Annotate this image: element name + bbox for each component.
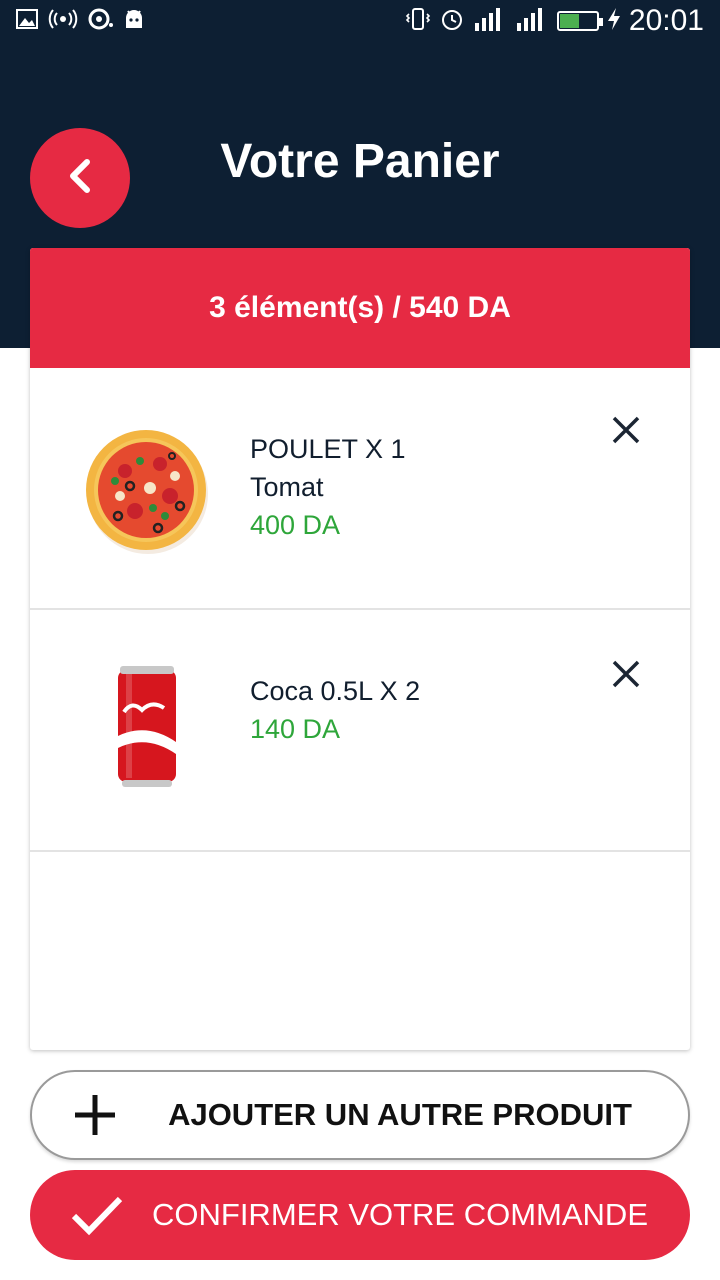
vibrate-icon (405, 6, 431, 37)
hotspot-icon (48, 8, 78, 35)
charging-icon (607, 7, 621, 36)
remove-item-button[interactable] (606, 656, 646, 696)
gallery-icon (16, 9, 38, 34)
cart-item-info: POULET X 1 Tomat 400 DA (250, 430, 406, 544)
cart-item-price: 140 DA (250, 714, 341, 744)
cart-card: 3 élément(s) / 540 DA POULET X 1 Tomat 4… (30, 248, 690, 1050)
cart-item-price: 400 DA (250, 510, 341, 540)
remove-item-button[interactable] (606, 412, 646, 452)
android-icon (124, 8, 144, 35)
signal-sim1-icon (473, 5, 507, 38)
pizza-image (80, 416, 210, 571)
cart-item: POULET X 1 Tomat 400 DA (30, 368, 690, 610)
add-product-button[interactable]: AJOUTER UN AUTRE PRODUIT (30, 1070, 690, 1160)
battery-icon (556, 11, 603, 31)
signal-sim2-icon (515, 5, 549, 38)
add-product-label: AJOUTER UN AUTRE PRODUIT (168, 1097, 632, 1132)
cart-item-detail: Tomat (250, 472, 324, 502)
status-time: 20:01 (628, 4, 704, 37)
page-title: Votre Panier (220, 135, 500, 188)
close-icon (610, 414, 642, 451)
status-bar: 20:01 (0, 0, 720, 48)
cart-item-info: Coca 0.5L X 2 140 DA (250, 672, 420, 748)
close-icon (610, 658, 642, 695)
cart-item-name: Coca 0.5L X 2 (250, 676, 421, 706)
plus-icon (72, 1092, 118, 1138)
checkmark-icon (70, 1194, 124, 1236)
cart-item: Coca 0.5L X 2 140 DA (30, 610, 690, 852)
alarm-icon (439, 6, 465, 37)
coca-can-image (112, 664, 182, 794)
confirm-order-label: CONFIRMER VOTRE COMMANDE (152, 1197, 648, 1232)
cart-item-name: POULET X 1 (250, 434, 406, 464)
chat-icon (88, 8, 114, 35)
cart-summary: 3 élément(s) / 540 DA (30, 248, 690, 368)
confirm-order-button[interactable]: CONFIRMER VOTRE COMMANDE (30, 1170, 690, 1260)
